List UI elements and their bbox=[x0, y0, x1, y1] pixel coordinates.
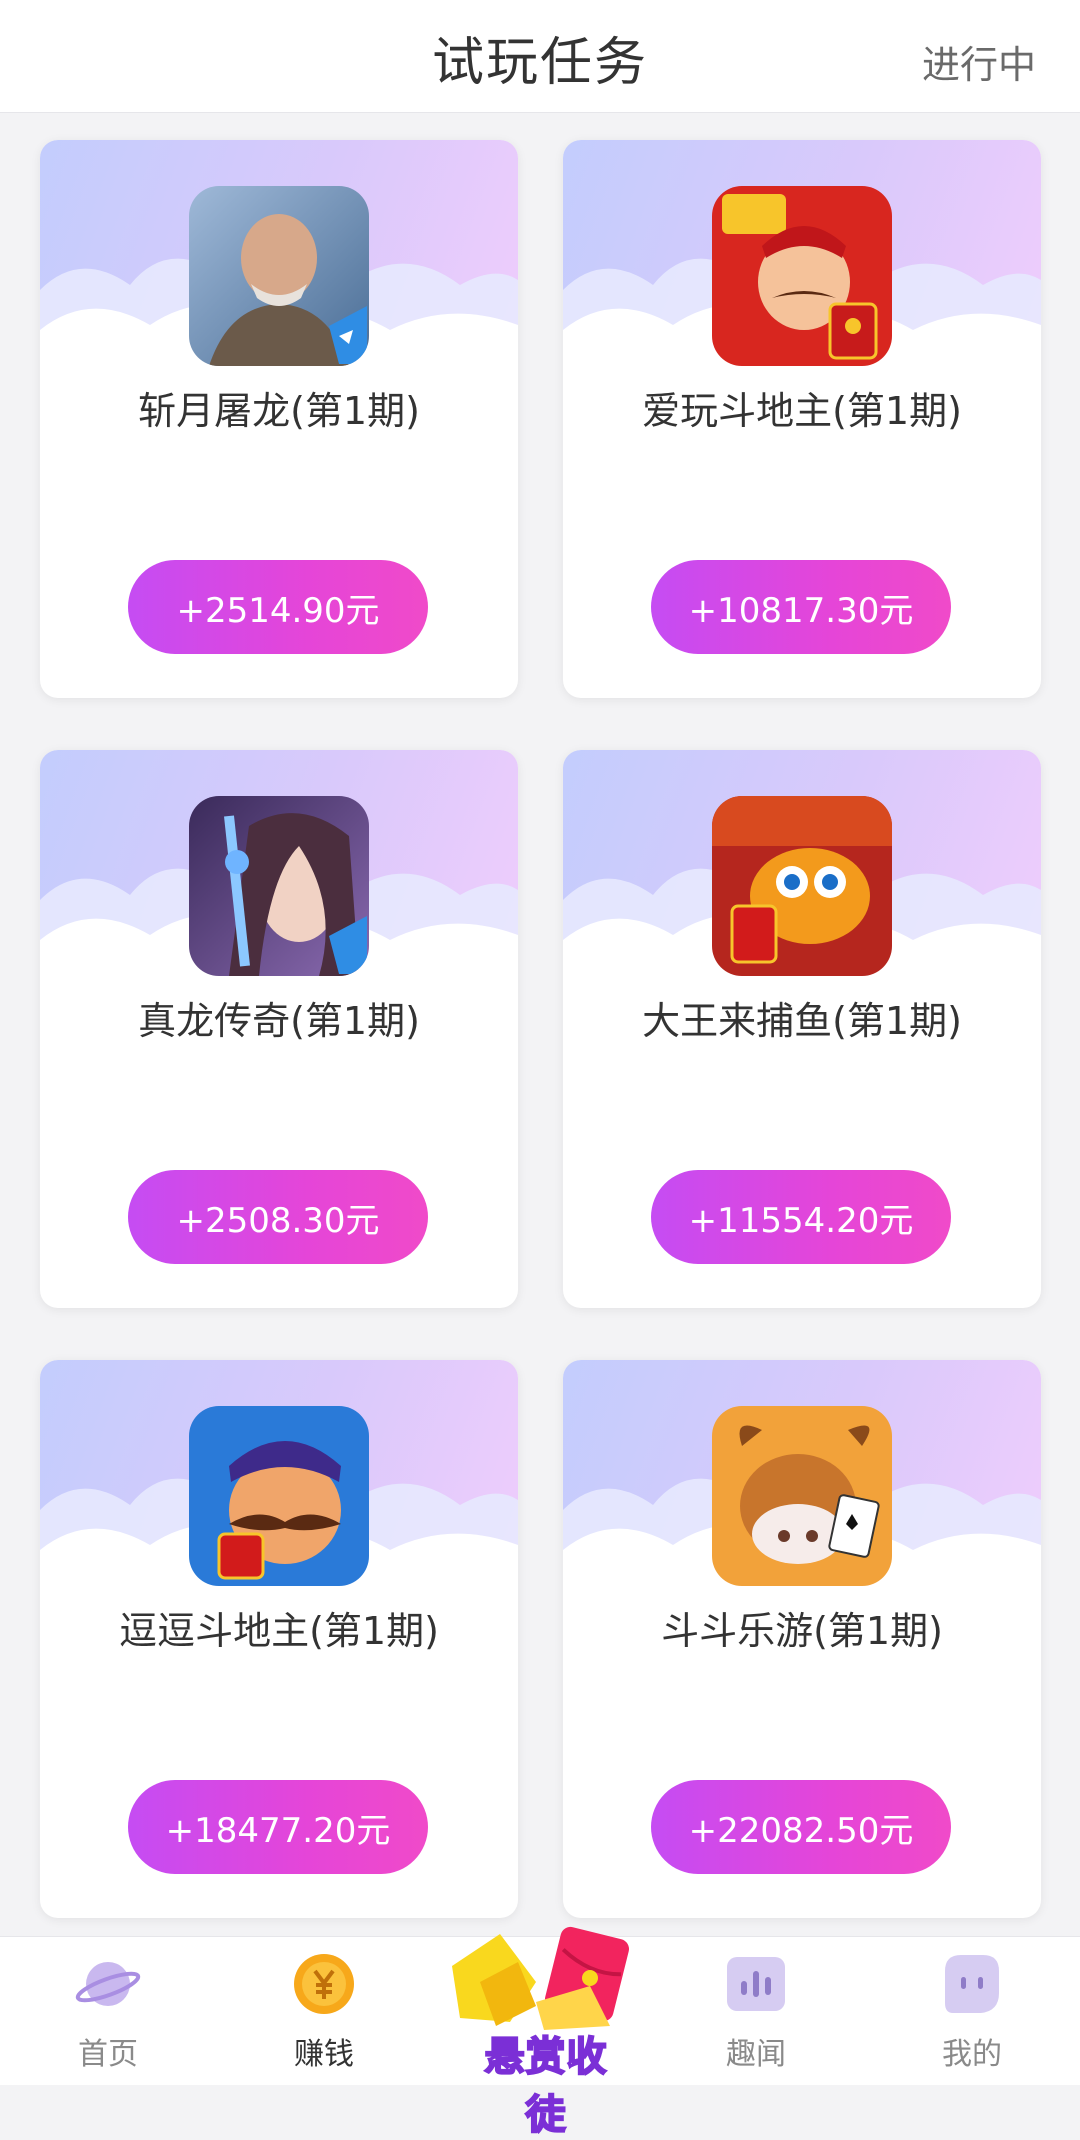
task-name: 爱玩斗地主(第1期) bbox=[642, 389, 962, 433]
in-progress-link[interactable]: 进行中 bbox=[922, 34, 1036, 89]
tab-label: 我的 bbox=[942, 2037, 1002, 2072]
task-name: 逗逗斗地主(第1期) bbox=[119, 1609, 439, 1653]
task-name: 斩月屠龙(第1期) bbox=[138, 389, 420, 433]
task-name: 真龙传奇(第1期) bbox=[138, 999, 420, 1043]
reward-button[interactable]: +11554.20元 bbox=[651, 1170, 951, 1264]
reward-button[interactable]: +18477.20元 bbox=[128, 1780, 428, 1874]
red-packet-gift-icon bbox=[452, 1926, 629, 2030]
promo-label: 悬赏收徒 bbox=[484, 2033, 608, 2139]
task-card[interactable]: 大王来捕鱼(第1期) +11554.20元 bbox=[563, 750, 1041, 1308]
cow-poker-icon bbox=[712, 1406, 892, 1586]
task-name: 大王来捕鱼(第1期) bbox=[642, 999, 962, 1043]
game-warrior-icon bbox=[189, 186, 369, 366]
planet-icon bbox=[75, 1962, 141, 2006]
fish-redpacket-icon bbox=[712, 796, 892, 976]
top-bar: 试玩任务 进行中 bbox=[0, 0, 1080, 113]
task-name: 斗斗乐游(第1期) bbox=[661, 1609, 943, 1653]
fantasy-heroine-icon bbox=[189, 796, 369, 976]
task-card[interactable]: 真龙传奇(第1期) +2508.30元 bbox=[40, 750, 518, 1308]
tab-label: 首页 bbox=[78, 2037, 138, 2072]
tab-earn[interactable]: 赚钱 bbox=[216, 1937, 432, 2085]
tab-label: 趣闻 bbox=[726, 2037, 786, 2072]
task-card[interactable]: 爱玩斗地主(第1期) +10817.30元 bbox=[563, 140, 1041, 698]
landlord-redpacket-icon bbox=[712, 186, 892, 366]
ghost-face-icon bbox=[945, 1955, 999, 2013]
tab-home[interactable]: 首页 bbox=[0, 1937, 216, 2085]
tab-mine[interactable]: 我的 bbox=[864, 1937, 1080, 2085]
mustache-redpacket-icon bbox=[189, 1406, 369, 1586]
task-card[interactable]: 斩月屠龙(第1期) +2514.90元 bbox=[40, 140, 518, 698]
bounty-recruit-button[interactable]: 悬赏收徒 bbox=[440, 1926, 640, 2139]
reward-button[interactable]: +2514.90元 bbox=[128, 560, 428, 654]
page-title: 试玩任务 bbox=[431, 33, 648, 93]
tab-label: 赚钱 bbox=[294, 2037, 354, 2072]
tab-news[interactable]: 趣闻 bbox=[648, 1937, 864, 2085]
reward-button[interactable]: +2508.30元 bbox=[128, 1170, 428, 1264]
reward-button[interactable]: +10817.30元 bbox=[651, 560, 951, 654]
task-card[interactable]: 斗斗乐游(第1期) +22082.50元 bbox=[563, 1360, 1041, 1918]
audio-bars-icon bbox=[727, 1957, 785, 2011]
reward-button[interactable]: +22082.50元 bbox=[651, 1780, 951, 1874]
task-card[interactable]: 逗逗斗地主(第1期) +18477.20元 bbox=[40, 1360, 518, 1918]
coin-icon bbox=[294, 1954, 354, 2014]
